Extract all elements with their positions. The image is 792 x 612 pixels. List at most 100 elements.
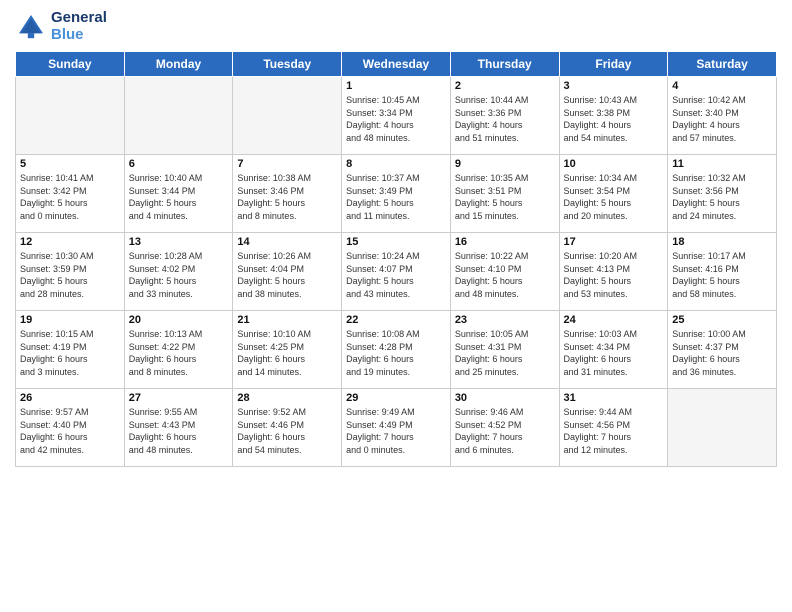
calendar-cell: 30 Sunrise: 9:46 AM Sunset: 4:52 PM Dayli… [450,389,559,467]
day-number: 20 [129,314,229,326]
calendar-cell: 21 Sunrise: 10:10 AM Sunset: 4:25 PM Dayl… [233,311,342,389]
calendar-cell: 29 Sunrise: 9:49 AM Sunset: 4:49 PM Dayli… [342,389,451,467]
calendar-cell: 1 Sunrise: 10:45 AM Sunset: 3:34 PM Dayli… [342,77,451,155]
day-number: 10 [564,158,664,170]
day-number: 11 [672,158,772,170]
day-number: 9 [455,158,555,170]
calendar-cell: 22 Sunrise: 10:08 AM Sunset: 4:28 PM Dayl… [342,311,451,389]
day-info: Sunrise: 10:30 AM Sunset: 3:59 PM Daylig… [20,250,120,300]
day-number: 1 [346,80,446,92]
day-info: Sunrise: 10:17 AM Sunset: 4:16 PM Daylig… [672,250,772,300]
day-info: Sunrise: 10:08 AM Sunset: 4:28 PM Daylig… [346,328,446,378]
day-number: 8 [346,158,446,170]
calendar-cell: 25 Sunrise: 10:00 AM Sunset: 4:37 PM Dayl… [668,311,777,389]
day-info: Sunrise: 10:35 AM Sunset: 3:51 PM Daylig… [455,172,555,222]
weekday-header-sunday: Sunday [16,52,125,77]
day-number: 14 [237,236,337,248]
day-number: 17 [564,236,664,248]
calendar-week-3: 12 Sunrise: 10:30 AM Sunset: 3:59 PM Dayl… [16,233,777,311]
calendar-cell: 15 Sunrise: 10:24 AM Sunset: 4:07 PM Dayl… [342,233,451,311]
day-number: 5 [20,158,120,170]
day-number: 7 [237,158,337,170]
weekday-header-friday: Friday [559,52,668,77]
day-info: Sunrise: 10:20 AM Sunset: 4:13 PM Daylig… [564,250,664,300]
day-number: 3 [564,80,664,92]
calendar-cell: 24 Sunrise: 10:03 AM Sunset: 4:34 PM Dayl… [559,311,668,389]
weekday-header-thursday: Thursday [450,52,559,77]
calendar-cell: 6 Sunrise: 10:40 AM Sunset: 3:44 PM Dayli… [124,155,233,233]
calendar-cell: 10 Sunrise: 10:34 AM Sunset: 3:54 PM Dayl… [559,155,668,233]
day-info: Sunrise: 9:52 AM Sunset: 4:46 PM Dayligh… [237,406,337,456]
day-info: Sunrise: 10:44 AM Sunset: 3:36 PM Daylig… [455,94,555,144]
day-info: Sunrise: 10:38 AM Sunset: 3:46 PM Daylig… [237,172,337,222]
day-info: Sunrise: 9:49 AM Sunset: 4:49 PM Dayligh… [346,406,446,456]
day-info: Sunrise: 10:05 AM Sunset: 4:31 PM Daylig… [455,328,555,378]
day-info: Sunrise: 10:26 AM Sunset: 4:04 PM Daylig… [237,250,337,300]
day-info: Sunrise: 10:45 AM Sunset: 3:34 PM Daylig… [346,94,446,144]
day-number: 31 [564,392,664,404]
calendar-cell [124,77,233,155]
logo-line1: General [51,10,107,27]
calendar-cell: 23 Sunrise: 10:05 AM Sunset: 4:31 PM Dayl… [450,311,559,389]
day-info: Sunrise: 10:10 AM Sunset: 4:25 PM Daylig… [237,328,337,378]
calendar-cell: 4Sunrise: 10:42 AM Sunset: 3:40 PM Dayli… [668,77,777,155]
calendar-cell: 27Sunrise: 9:55 AM Sunset: 4:43 PM Dayli… [124,389,233,467]
day-info: Sunrise: 10:24 AM Sunset: 4:07 PM Daylig… [346,250,446,300]
calendar-cell: 11 Sunrise: 10:32 AM Sunset: 3:56 PM Dayl… [668,155,777,233]
day-info: Sunrise: 10:40 AM Sunset: 3:44 PM Daylig… [129,172,229,222]
day-info: Sunrise: 10:15 AM Sunset: 4:19 PM Daylig… [20,328,120,378]
calendar-cell: 19 Sunrise: 10:15 AM Sunset: 4:19 PM Dayl… [16,311,125,389]
calendar-cell [16,77,125,155]
calendar-cell [233,77,342,155]
logo-icon [15,11,47,43]
day-number: 19 [20,314,120,326]
day-info: Sunrise: 10:13 AM Sunset: 4:22 PM Daylig… [129,328,229,378]
calendar-cell: 26 Sunrise: 9:57 AM Sunset: 4:40 PM Dayli… [16,389,125,467]
calendar-cell: 12 Sunrise: 10:30 AM Sunset: 3:59 PM Dayl… [16,233,125,311]
day-number: 2 [455,80,555,92]
day-info: Sunrise: 10:43 AM Sunset: 3:38 PM Daylig… [564,94,664,144]
day-info: Sunrise: 10:00 AM Sunset: 4:37 PM Daylig… [672,328,772,378]
weekday-header-saturday: Saturday [668,52,777,77]
day-number: 24 [564,314,664,326]
calendar-cell: 8 Sunrise: 10:37 AM Sunset: 3:49 PM Dayli… [342,155,451,233]
logo: General Blue [15,10,107,43]
day-info: Sunrise: 10:37 AM Sunset: 3:49 PM Daylig… [346,172,446,222]
day-info: Sunrise: 10:03 AM Sunset: 4:34 PM Daylig… [564,328,664,378]
day-info: Sunrise: 10:28 AM Sunset: 4:02 PM Daylig… [129,250,229,300]
day-number: 27 [129,392,229,404]
calendar-cell: 2 Sunrise: 10:44 AM Sunset: 3:36 PM Dayli… [450,77,559,155]
day-number: 18 [672,236,772,248]
day-number: 25 [672,314,772,326]
day-number: 6 [129,158,229,170]
calendar-cell: 5 Sunrise: 10:41 AM Sunset: 3:42 PM Dayli… [16,155,125,233]
day-number: 23 [455,314,555,326]
day-info: Sunrise: 10:41 AM Sunset: 3:42 PM Daylig… [20,172,120,222]
day-number: 16 [455,236,555,248]
calendar-cell: 16 Sunrise: 10:22 AM Sunset: 4:10 PM Dayl… [450,233,559,311]
day-info: Sunrise: 10:34 AM Sunset: 3:54 PM Daylig… [564,172,664,222]
day-number: 30 [455,392,555,404]
day-number: 22 [346,314,446,326]
day-number: 28 [237,392,337,404]
calendar-cell: 13Sunrise: 10:28 AM Sunset: 4:02 PM Dayl… [124,233,233,311]
day-info: Sunrise: 9:46 AM Sunset: 4:52 PM Dayligh… [455,406,555,456]
calendar-cell: 7 Sunrise: 10:38 AM Sunset: 3:46 PM Dayli… [233,155,342,233]
day-number: 12 [20,236,120,248]
day-info: Sunrise: 10:22 AM Sunset: 4:10 PM Daylig… [455,250,555,300]
calendar-cell: 17 Sunrise: 10:20 AM Sunset: 4:13 PM Dayl… [559,233,668,311]
day-number: 26 [20,392,120,404]
calendar-cell: 28 Sunrise: 9:52 AM Sunset: 4:46 PM Dayli… [233,389,342,467]
calendar-week-2: 5 Sunrise: 10:41 AM Sunset: 3:42 PM Dayli… [16,155,777,233]
day-number: 15 [346,236,446,248]
calendar-table: SundayMondayTuesdayWednesdayThursdayFrid… [15,51,777,467]
weekday-header-tuesday: Tuesday [233,52,342,77]
day-info: Sunrise: 9:44 AM Sunset: 4:56 PM Dayligh… [564,406,664,456]
calendar-week-4: 19 Sunrise: 10:15 AM Sunset: 4:19 PM Dayl… [16,311,777,389]
day-number: 4 [672,80,772,92]
day-info: Sunrise: 9:57 AM Sunset: 4:40 PM Dayligh… [20,406,120,456]
calendar-cell: 18 Sunrise: 10:17 AM Sunset: 4:16 PM Dayl… [668,233,777,311]
day-info: Sunrise: 10:32 AM Sunset: 3:56 PM Daylig… [672,172,772,222]
day-number: 21 [237,314,337,326]
day-number: 29 [346,392,446,404]
